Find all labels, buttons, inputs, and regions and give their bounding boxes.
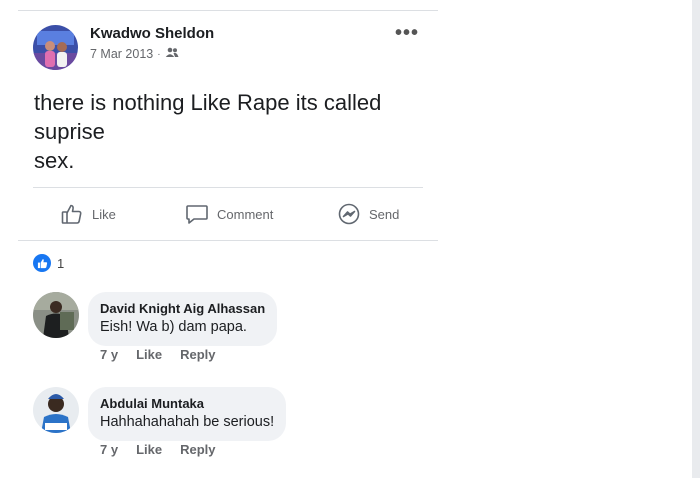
send-label: Send — [369, 206, 400, 222]
reaction-count: 1 — [57, 255, 65, 271]
post-text-line: sex. — [34, 148, 75, 173]
post-text-line: there is nothing Like Rape its called — [34, 90, 382, 115]
divider — [18, 240, 438, 241]
comment-bubble-icon — [185, 202, 209, 226]
comment-button[interactable]: Comment — [185, 196, 273, 232]
commenter-name[interactable]: David Knight Aig Alhassan — [100, 300, 265, 317]
comment-reply-button[interactable]: Reply — [180, 347, 215, 362]
comment-bubble: David Knight Aig Alhassan Eish! Wa b) da… — [88, 292, 278, 346]
comment-like-button[interactable]: Like — [136, 347, 162, 362]
reactions-summary[interactable]: 1 — [33, 254, 64, 272]
audience-friends-icon[interactable] — [165, 47, 179, 61]
commenter-name[interactable]: Abdulai Muntaka — [100, 395, 274, 412]
comment-time[interactable]: 7 y — [100, 442, 118, 457]
comment-bubble: Abdulai Muntaka Hahhahahahah be serious! — [88, 387, 287, 441]
comment-reply-button[interactable]: Reply — [180, 442, 215, 457]
comment-meta: 7 y Like Reply — [100, 442, 216, 457]
post-text: there is nothing Like Rape its called su… — [34, 88, 424, 175]
meta-separator: · — [157, 48, 161, 60]
post-date[interactable]: 7 Mar 2013 — [90, 47, 153, 61]
commenter-avatar[interactable] — [33, 292, 79, 338]
post-author-name[interactable]: Kwadwo Sheldon — [90, 25, 214, 42]
messenger-icon — [337, 202, 361, 226]
divider — [33, 187, 423, 188]
thumbs-up-icon — [60, 202, 84, 226]
more-options-icon[interactable]: ••• — [395, 22, 419, 45]
comment-text: Hahhahahahah be serious! — [100, 414, 275, 430]
post-text-line: suprise — [34, 119, 105, 144]
comment-like-button[interactable]: Like — [136, 442, 162, 457]
page-gutter — [692, 0, 700, 478]
like-reaction-icon — [33, 254, 51, 272]
divider — [18, 10, 438, 11]
comment-label: Comment — [217, 206, 274, 222]
post-actions-bar: Like Comment Send — [33, 196, 423, 232]
author-avatar[interactable] — [33, 25, 78, 70]
comment-time[interactable]: 7 y — [100, 347, 118, 362]
post-meta: 7 Mar 2013 · — [90, 47, 179, 61]
comment-text: Eish! Wa b) dam papa. — [100, 319, 247, 335]
like-button[interactable]: Like — [60, 196, 116, 232]
send-button[interactable]: Send — [337, 196, 399, 232]
comment-meta: 7 y Like Reply — [100, 347, 216, 362]
commenter-avatar[interactable] — [33, 387, 79, 433]
like-label: Like — [92, 206, 116, 222]
